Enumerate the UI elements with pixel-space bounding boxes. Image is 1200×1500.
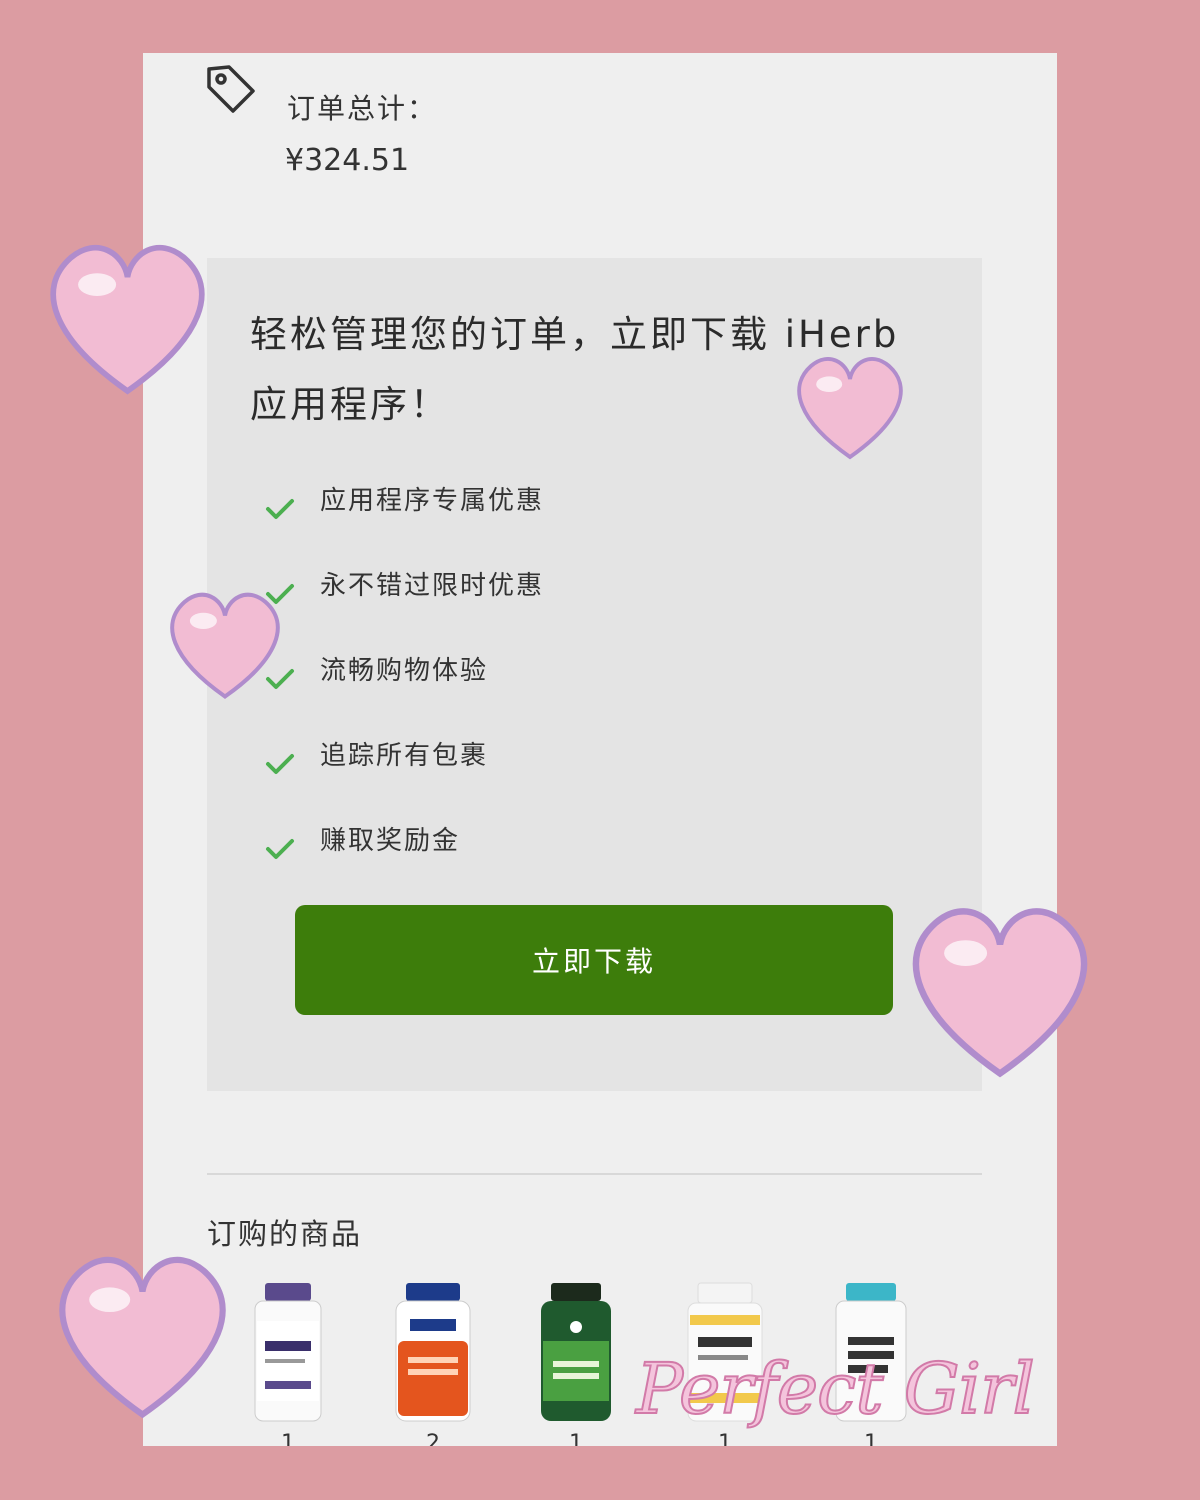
download-app-button[interactable]: 立即下载 — [295, 905, 893, 1015]
check-icon — [266, 754, 294, 774]
benefit-label: 追踪所有包裹 — [320, 741, 489, 771]
product-quantity: 1 — [569, 1431, 583, 1446]
benefit-label: 永不错过限时优惠 — [320, 571, 545, 601]
fish-oil-bottle-image — [254, 1283, 322, 1422]
benefit-label: 应用程序专属优惠 — [320, 486, 545, 516]
order-total-value: ¥324.51 — [285, 143, 410, 178]
heart-sticker — [50, 244, 205, 395]
benefit-label: 赚取奖励金 — [320, 826, 461, 856]
heart-sticker — [59, 1256, 226, 1419]
heart-sticker — [170, 592, 280, 699]
product-quantity: 1 — [281, 1431, 295, 1446]
check-icon — [266, 499, 294, 519]
heart-sticker — [797, 357, 903, 460]
order-total-label: 订单总计： — [287, 92, 438, 125]
product-thumbnail[interactable] — [388, 1281, 478, 1426]
milk-thistle-bottle-image — [541, 1283, 611, 1421]
benefit-label: 流畅购物体验 — [320, 656, 489, 686]
heart-sticker — [912, 908, 1088, 1078]
order-confirmation-screen: 订单总计： ¥324.51 轻松管理您的订单，立即下载 iHerb 应用程序！ … — [143, 53, 1057, 1446]
tag-icon — [207, 65, 255, 113]
check-icon — [266, 839, 294, 859]
product-thumbnail[interactable] — [531, 1281, 621, 1426]
product-quantity: 2 — [426, 1431, 440, 1446]
product-thumbnail[interactable] — [243, 1281, 333, 1426]
omega-3-bottle-image — [395, 1283, 471, 1422]
product-quantity: 1 — [864, 1431, 878, 1446]
product-quantity: 1 — [718, 1431, 732, 1446]
watermark-text: Perfect Girl — [635, 1347, 1036, 1431]
section-divider — [207, 1173, 982, 1175]
